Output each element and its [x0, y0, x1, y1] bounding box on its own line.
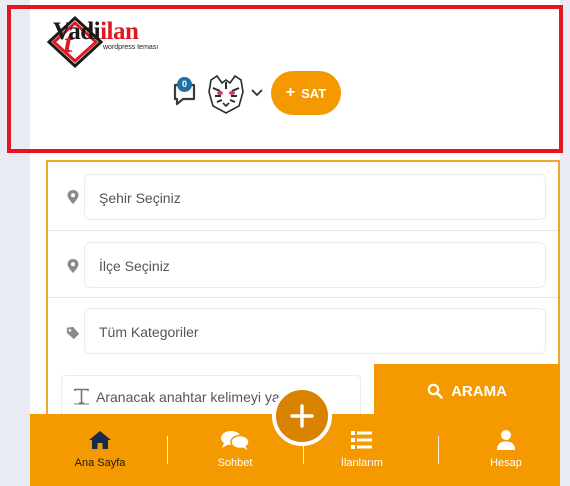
nav-item-account[interactable]: Hesap	[466, 414, 546, 486]
search-icon	[427, 383, 443, 399]
sat-button[interactable]: + SAT	[271, 71, 341, 115]
map-marker-icon	[67, 259, 79, 273]
nav-divider	[167, 436, 168, 464]
district-filter-row: İlçe Seçiniz	[48, 230, 558, 297]
logo-wordmark: Vadiilan	[53, 18, 139, 45]
nav-label-my-listings: İlanlarım	[340, 457, 384, 469]
chat-icon	[221, 431, 250, 450]
nav-label-account: Hesap	[490, 457, 522, 469]
plus-icon	[290, 404, 314, 428]
category-filter-row: Tüm Kategoriler	[48, 297, 558, 364]
district-select[interactable]: İlçe Seçiniz	[84, 242, 546, 288]
search-button[interactable]: ARAMA	[374, 364, 560, 418]
add-listing-button[interactable]	[272, 386, 332, 446]
nav-divider	[438, 436, 439, 464]
nav-item-home[interactable]: Ana Sayfa	[60, 414, 140, 486]
text-icon	[74, 388, 89, 405]
city-select[interactable]: Şehir Seçiniz	[84, 174, 546, 220]
city-filter-row: Şehir Seçiniz	[48, 162, 558, 229]
sat-label: SAT	[301, 85, 327, 101]
nav-label-home: Ana Sayfa	[74, 457, 126, 469]
nav-item-my-listings[interactable]: İlanlarım	[322, 414, 402, 486]
message-count-badge: 0	[177, 77, 192, 92]
home-icon	[89, 431, 111, 449]
list-icon	[351, 431, 372, 449]
nav-label-chat: Sohbet	[217, 457, 253, 469]
tag-icon	[66, 326, 80, 340]
logo-tagline: wordpress teması	[103, 44, 159, 51]
category-select[interactable]: Tüm Kategoriler	[84, 308, 546, 354]
user-icon	[497, 430, 515, 450]
map-marker-icon	[67, 190, 79, 204]
search-button-label: ARAMA	[451, 382, 507, 400]
nav-item-chat[interactable]: Sohbet	[195, 414, 275, 486]
tiger-avatar[interactable]	[205, 74, 247, 114]
chevron-down-icon[interactable]	[250, 88, 264, 98]
plus-icon: +	[285, 84, 296, 101]
